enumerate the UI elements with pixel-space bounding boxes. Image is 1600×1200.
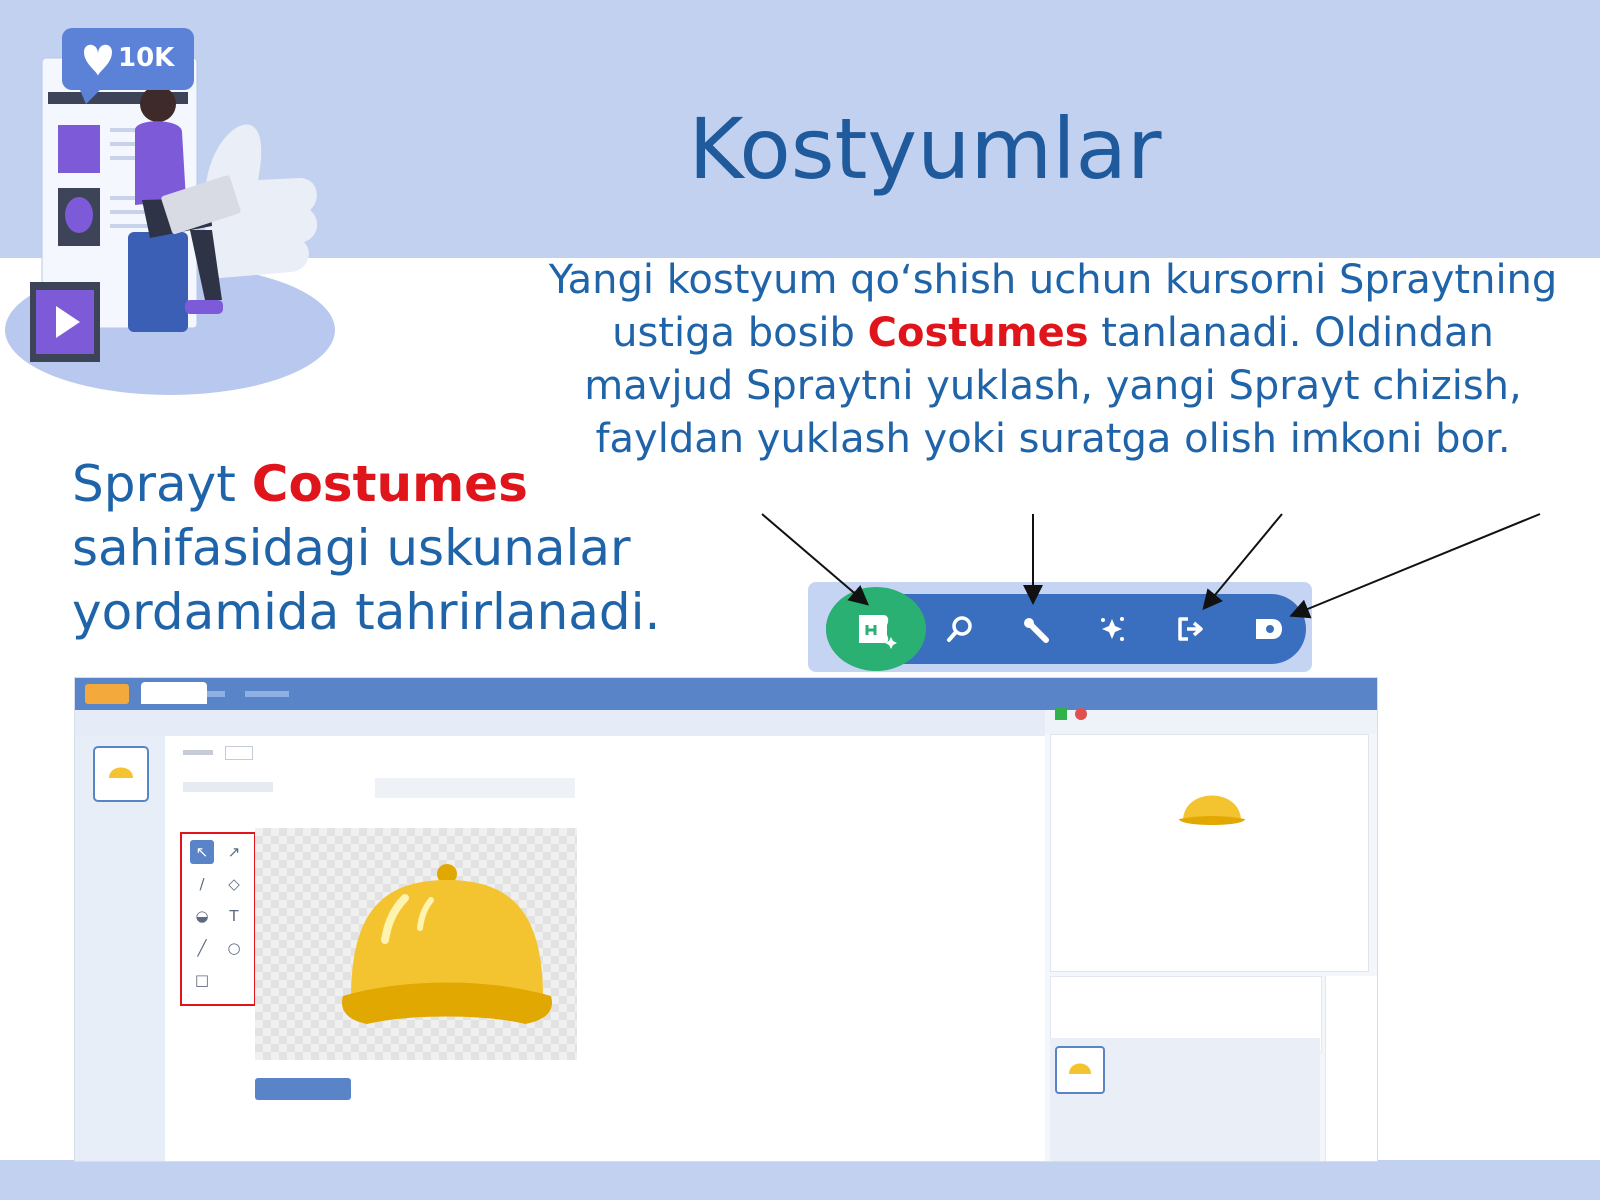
choose-costume-icon <box>859 615 897 649</box>
green-flag-icon[interactable] <box>1055 708 1067 720</box>
search-button[interactable] <box>936 605 984 653</box>
line-icon[interactable]: ╱ <box>190 936 214 960</box>
left-text-part1: Sprayt <box>72 455 252 513</box>
stage[interactable] <box>1050 734 1369 972</box>
select-icon[interactable]: ↖ <box>190 840 214 864</box>
paint-brush-icon <box>1024 618 1049 643</box>
upload-button[interactable] <box>1166 605 1214 653</box>
costume-name-input[interactable] <box>225 746 253 760</box>
brush-icon[interactable]: ∕ <box>190 872 214 896</box>
drawing-canvas[interactable] <box>255 828 577 1060</box>
costume-thumbnail[interactable] <box>93 746 149 802</box>
editor-tabs <box>75 710 1045 736</box>
bell-sprite <box>1179 795 1245 825</box>
fill-icon[interactable]: ◒ <box>190 904 214 928</box>
left-text-highlight: Costumes <box>251 455 528 513</box>
description-text: Yangi kostyum qo‘shish uchun kursorni Sp… <box>548 254 1558 484</box>
bell-thumbnail-icon <box>1069 1063 1091 1074</box>
rectangle-icon[interactable]: □ <box>190 968 214 992</box>
fill-outline-controls[interactable] <box>183 782 273 792</box>
action-buttons-row[interactable] <box>375 778 575 798</box>
arrow-camera <box>1289 513 1541 619</box>
convert-to-bitmap-button[interactable] <box>255 1078 351 1100</box>
stage-pane[interactable] <box>1325 976 1377 1161</box>
social-media-illustration: 10K <box>5 28 335 395</box>
surprise-icon <box>1101 617 1124 641</box>
search-icon <box>947 616 972 642</box>
costume-name-label <box>183 750 213 755</box>
camera-button[interactable] <box>1244 605 1292 653</box>
choose-costume-button[interactable] <box>826 587 926 671</box>
left-text-part2: sahifasidagi uskunalar yordamida tahrirl… <box>72 519 661 641</box>
text-icon[interactable]: T <box>222 904 246 928</box>
camera-icon <box>1256 619 1282 639</box>
like-count: 10K <box>118 43 175 73</box>
page-title: Kostyumlar <box>688 100 1162 198</box>
bell-costume-image <box>342 864 552 1024</box>
stage-header <box>1045 710 1377 734</box>
tab-code[interactable] <box>85 682 135 704</box>
paint-button[interactable] <box>1012 605 1060 653</box>
left-text: Sprayt Costumes sahifasidagi uskunalar y… <box>72 452 672 644</box>
eraser-icon[interactable]: ◇ <box>222 872 246 896</box>
footer-band <box>0 1160 1600 1200</box>
stop-icon[interactable] <box>1075 708 1087 720</box>
tab-sounds[interactable] <box>215 682 271 704</box>
circle-icon[interactable]: ○ <box>222 936 246 960</box>
upload-icon <box>1178 617 1203 641</box>
surprise-button[interactable] <box>1088 605 1136 653</box>
tab-costumes[interactable] <box>141 682 207 704</box>
reshape-icon[interactable]: ↗ <box>222 840 246 864</box>
bell-thumbnail-icon <box>109 767 133 778</box>
drawing-tools-panel: ↖ ↗ ∕ ◇ ◒ T ╱ ○ □ <box>180 832 256 1006</box>
description-highlight: Costumes <box>867 310 1089 356</box>
sprite-thumbnail[interactable] <box>1055 1046 1105 1094</box>
costume-editor-screenshot: ↖ ↗ ∕ ◇ ◒ T ╱ ○ □ <box>74 677 1378 1162</box>
